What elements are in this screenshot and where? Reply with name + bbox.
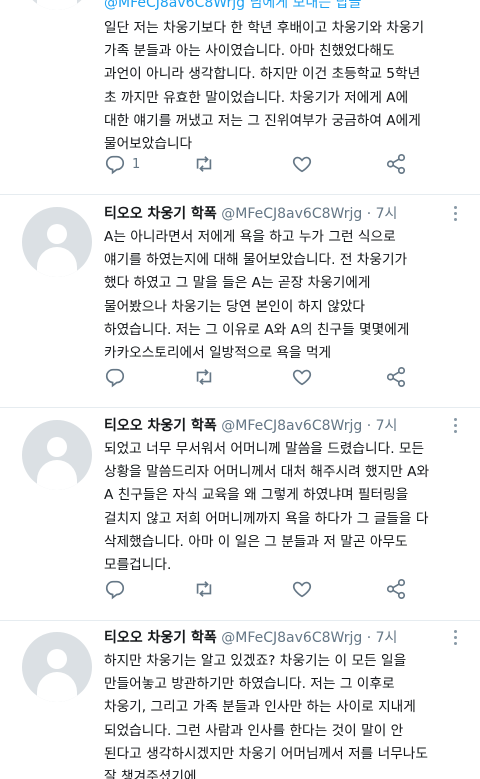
more-icon[interactable] [448, 627, 462, 649]
tweet-text: A는 아니라면서 저에게 욕을 하고 누가 그런 식으로 얘기를 하였는지에 대… [104, 229, 410, 361]
tweet-text: 하지만 차웅기는 알고 있겠죠? 차웅기는 이 모든 일을 만들어놓고 방관하기… [104, 653, 428, 779]
tweet-header: 티오오 차웅기 학폭 @MFeCJ8av6C8Wrjg · 7시 [104, 627, 462, 649]
tweet[interactable]: @MFeCJ8av6C8Wrjg 님에게 보내는 답글 일단 저는 차웅기보다 … [0, 0, 480, 195]
like-icon [292, 156, 312, 173]
retweet-button[interactable] [192, 576, 216, 602]
display-name[interactable]: 티오오 차웅기 학폭 [104, 418, 217, 434]
tweet[interactable]: 티오오 차웅기 학폭 @MFeCJ8av6C8Wrjg · 7시 되었고 너무 … [0, 407, 480, 621]
more-icon[interactable] [448, 415, 462, 437]
avatar[interactable] [22, 632, 92, 702]
more-icon[interactable] [448, 203, 462, 225]
tweet-text: 되었고 너무 무서워서 어머니께 말씀을 드렸습니다. 모든 상황을 말씀드리자… [104, 441, 430, 573]
share-button[interactable] [385, 151, 407, 177]
tweet-header: 티오오 차웅기 학폭 @MFeCJ8av6C8Wrjg · 7시 [104, 203, 462, 225]
tweet-text: 일단 저는 차웅기보다 한 학년 후배이고 차웅기와 차웅기 가족 분들과 아는… [104, 20, 425, 152]
timestamp[interactable]: 7시 [376, 206, 398, 222]
timestamp[interactable]: 7시 [376, 630, 398, 646]
reply-icon [105, 368, 125, 388]
display-name[interactable]: 티오오 차웅기 학폭 [104, 206, 217, 222]
tweet[interactable]: 티오오 차웅기 학폭 @MFeCJ8av6C8Wrjg · 7시 A는 아니라면… [0, 194, 480, 408]
share-button[interactable] [385, 576, 407, 602]
like-icon [292, 581, 312, 598]
display-name[interactable]: 티오오 차웅기 학폭 [104, 630, 217, 646]
reply-count: 1 [132, 156, 141, 172]
like-button[interactable] [290, 364, 314, 390]
like-button[interactable] [290, 576, 314, 602]
tweet-actions: 1 [104, 151, 424, 177]
retweet-button[interactable] [192, 364, 216, 390]
reply-context: @MFeCJ8av6C8Wrjg 님에게 보내는 답글 [104, 0, 462, 14]
retweet-icon [196, 156, 212, 172]
retweet-icon [196, 581, 212, 597]
timestamp[interactable]: 7시 [376, 418, 398, 434]
tweet-actions [104, 576, 424, 602]
user-handle[interactable]: @MFeCJ8av6C8Wrjg [221, 206, 362, 222]
like-button[interactable] [290, 151, 314, 177]
tweet-header: 티오오 차웅기 학폭 @MFeCJ8av6C8Wrjg · 7시 [104, 415, 462, 437]
tweet-actions [104, 364, 424, 390]
share-icon [386, 154, 406, 174]
reply-button[interactable]: 1 [104, 151, 140, 177]
reply-button[interactable] [104, 364, 126, 390]
avatar[interactable] [22, 0, 92, 10]
share-icon [386, 579, 406, 599]
tweet-thread: @MFeCJ8av6C8Wrjg 님에게 보내는 답글 일단 저는 차웅기보다 … [0, 0, 480, 779]
retweet-button[interactable] [192, 151, 216, 177]
retweet-icon [196, 369, 212, 385]
avatar[interactable] [22, 207, 92, 277]
reply-icon [105, 155, 125, 175]
reply-button[interactable] [104, 576, 126, 602]
user-handle[interactable]: @MFeCJ8av6C8Wrjg [221, 418, 362, 434]
share-icon [386, 367, 406, 387]
reply-to-handle[interactable]: @MFeCJ8av6C8Wrjg 님에게 보내는 답글 [104, 0, 361, 11]
reply-icon [105, 580, 125, 600]
like-icon [292, 369, 312, 386]
user-handle[interactable]: @MFeCJ8av6C8Wrjg [221, 630, 362, 646]
tweet[interactable]: 티오오 차웅기 학폭 @MFeCJ8av6C8Wrjg · 7시 하지만 차웅기… [0, 620, 480, 779]
share-button[interactable] [385, 364, 407, 390]
avatar[interactable] [22, 420, 92, 490]
